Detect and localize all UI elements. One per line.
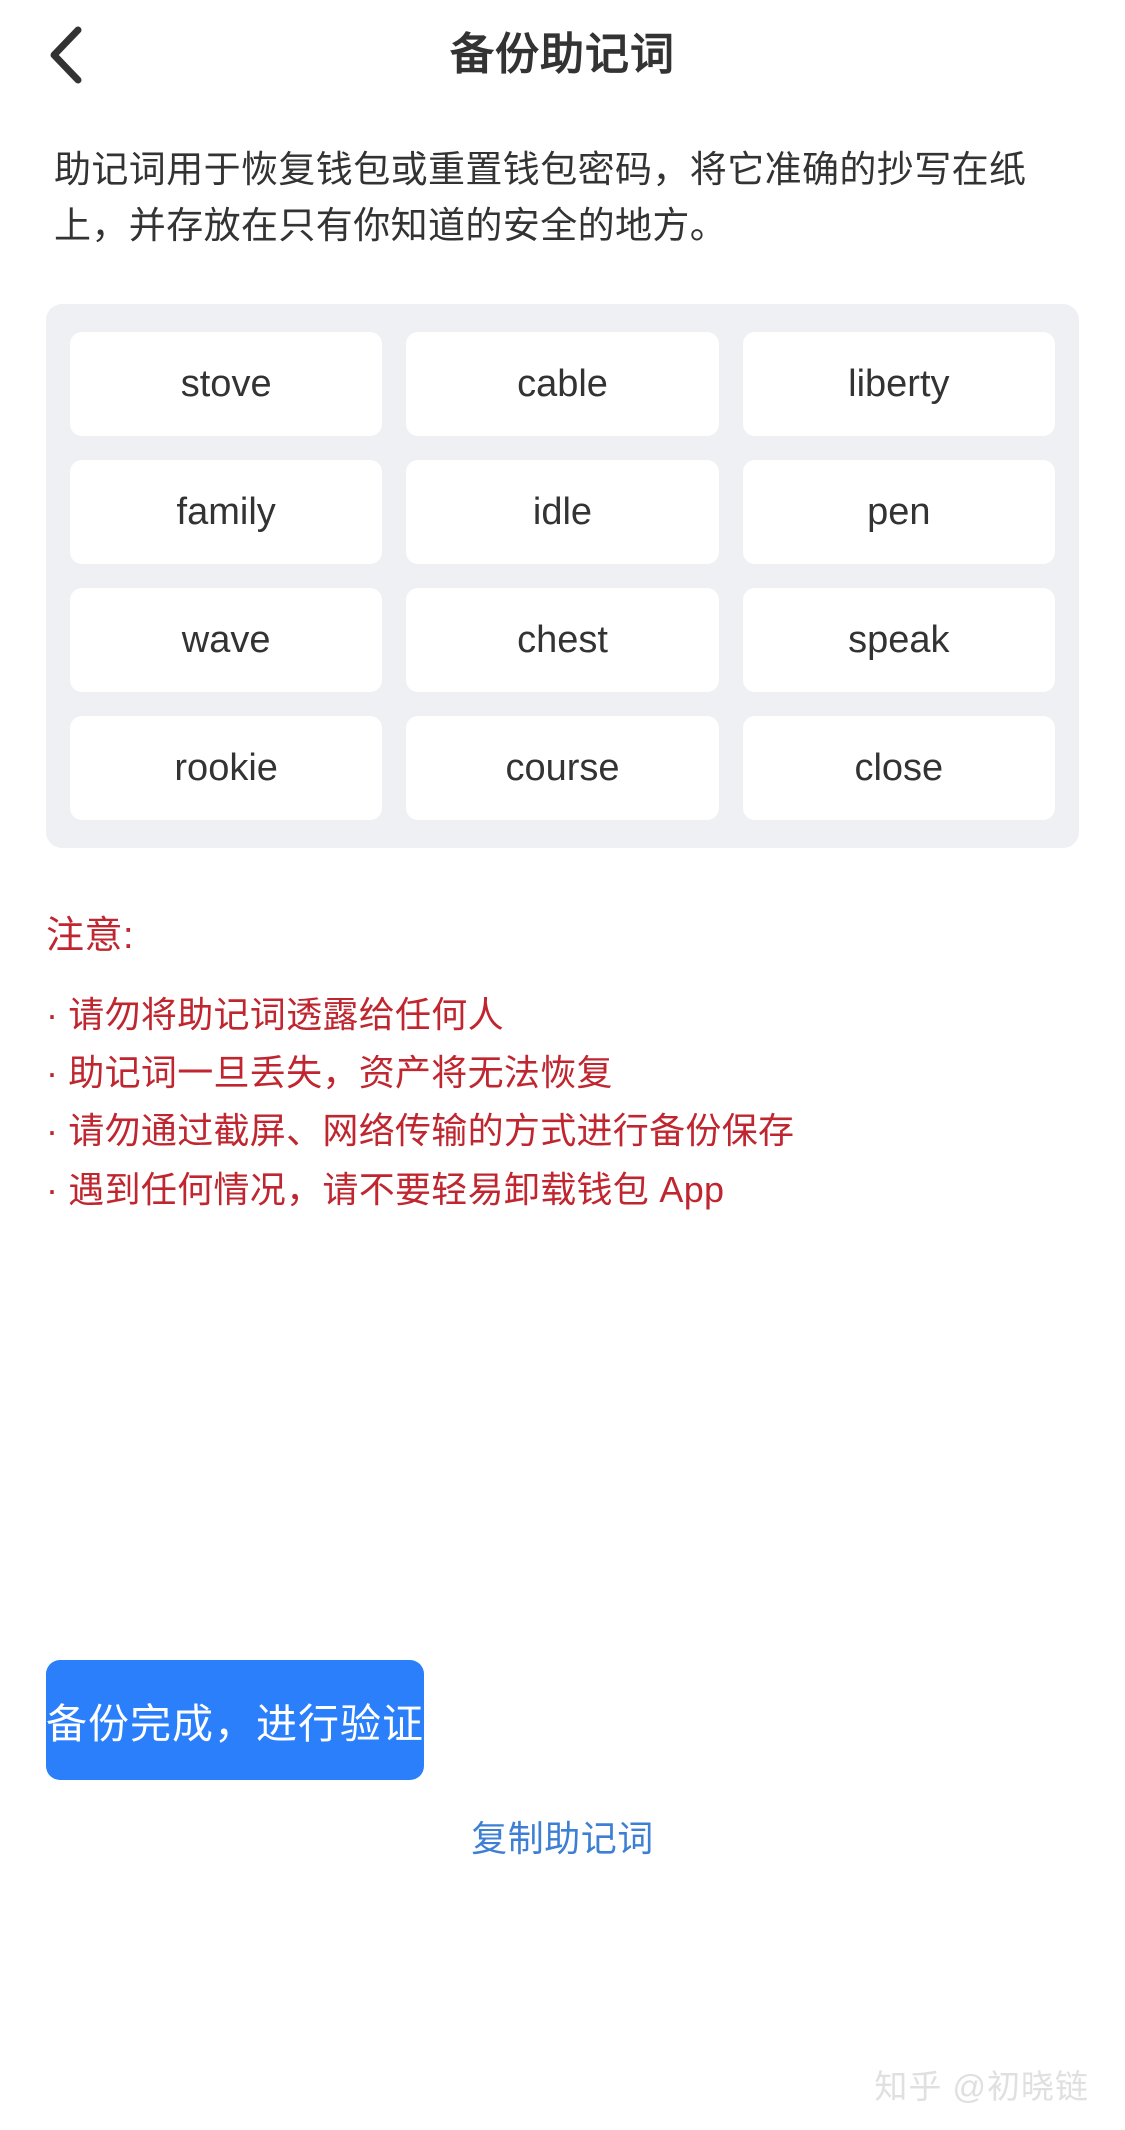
warning-list-item: · 请勿通过截屏、网络传输的方式进行备份保存 <box>46 1102 1079 1160</box>
mnemonic-word-cell: close <box>742 716 1055 821</box>
app-screen: 备份助记词 助记词用于恢复钱包或重置钱包密码，将它准确的抄写在纸上，并存放在只有… <box>0 0 1125 2130</box>
warning-list-item: · 助记词一旦丢失，资产将无法恢复 <box>46 1044 1079 1102</box>
warning-item-text: 请勿将助记词透露给任何人 <box>68 993 504 1035</box>
mnemonic-word-cell: stove <box>70 332 383 437</box>
mnemonic-word-cell: idle <box>406 460 719 565</box>
description-text: 助记词用于恢复钱包或重置钱包密码，将它准确的抄写在纸上，并存放在只有你知道的安全… <box>54 149 1027 247</box>
warning-section: 注意: · 请勿将助记词透露给任何人 · 助记词一旦丢失，资产将无法恢复 · 请… <box>46 910 1079 1218</box>
chevron-left-icon <box>48 26 82 84</box>
mnemonic-word-cell: wave <box>70 588 383 693</box>
mnemonic-word-cell: rookie <box>70 716 383 821</box>
bullet-icon: · <box>46 1110 59 1152</box>
bullet-icon: · <box>46 993 59 1035</box>
copy-mnemonic-link[interactable]: 复制助记词 <box>471 1810 654 1862</box>
mnemonic-word-cell: liberty <box>742 332 1055 437</box>
mnemonic-word-cell: chest <box>406 588 719 693</box>
watermark: 知乎 @初晓链 <box>874 2068 1089 2105</box>
warning-list-item: · 遇到任何情况，请不要轻易卸载钱包 App <box>46 1161 1079 1219</box>
mnemonic-word-cell: course <box>406 716 719 821</box>
mnemonic-word-cell: family <box>70 460 383 565</box>
mnemonic-word-cell: cable <box>406 332 719 437</box>
bullet-icon: · <box>46 1168 59 1210</box>
page-title: 备份助记词 <box>450 30 675 79</box>
mnemonic-word-cell: pen <box>742 460 1055 565</box>
confirm-backup-button[interactable]: 备份完成，进行验证 <box>46 1660 424 1780</box>
warning-item-text: 助记词一旦丢失，资产将无法恢复 <box>68 1051 613 1093</box>
warning-item-text: 遇到任何情况，请不要轻易卸载钱包 App <box>68 1168 725 1210</box>
mnemonic-word-cell: speak <box>742 588 1055 693</box>
mnemonic-grid: stove cable liberty family idle pen wave… <box>70 332 1055 821</box>
mnemonic-grid-container: stove cable liberty family idle pen wave… <box>46 304 1079 849</box>
warning-list-item: · 请勿将助记词透露给任何人 <box>46 986 1079 1044</box>
warning-title: 注意: <box>46 915 135 958</box>
warning-item-text: 请勿通过截屏、网络传输的方式进行备份保存 <box>68 1110 795 1152</box>
bullet-icon: · <box>46 1051 59 1093</box>
navigation-bar: 备份助记词 <box>0 0 1125 110</box>
footer-actions: 备份完成，进行验证 复制助记词 <box>0 1660 1125 1862</box>
back-button[interactable] <box>22 12 108 98</box>
